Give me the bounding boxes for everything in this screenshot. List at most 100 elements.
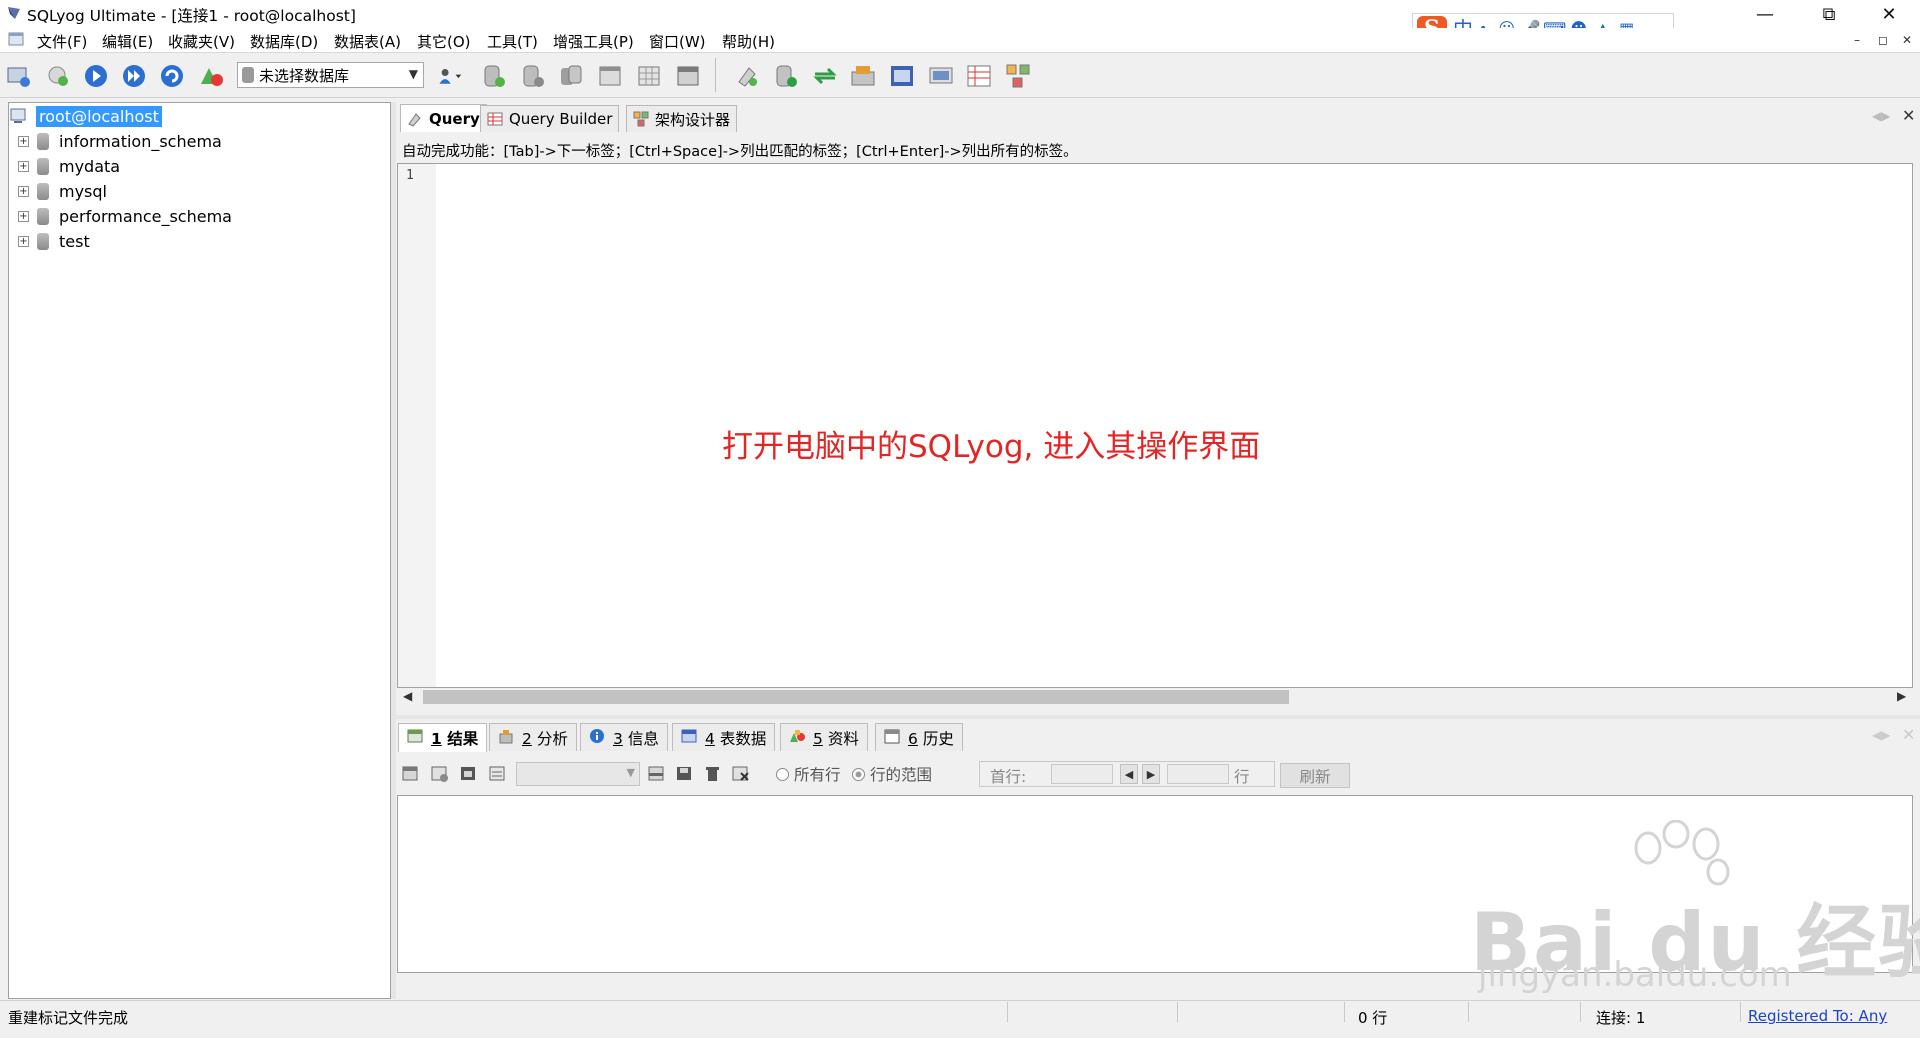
results-view-select[interactable]: ▼ bbox=[516, 762, 640, 786]
tab-query[interactable]: Query bbox=[400, 104, 487, 132]
mdi-document-icon[interactable] bbox=[8, 31, 26, 47]
menu-database[interactable]: 数据库(D) bbox=[250, 31, 318, 52]
close-button[interactable]: ✕ bbox=[1866, 0, 1912, 28]
backup-database-icon[interactable] bbox=[556, 61, 586, 91]
tree-item-test[interactable]: + test bbox=[10, 229, 90, 253]
mdi-minimize-button[interactable]: – bbox=[1848, 31, 1866, 49]
radio-label: 行的范围 bbox=[870, 766, 933, 784]
radio-circle-selected[interactable] bbox=[852, 767, 865, 781]
new-connection-alt-icon[interactable] bbox=[43, 61, 73, 91]
menu-others[interactable]: 其它(O) bbox=[417, 31, 471, 52]
status-separator bbox=[1740, 1002, 1741, 1022]
menu-favorites[interactable]: 收藏夹(V) bbox=[168, 31, 235, 52]
notification-icon[interactable] bbox=[926, 61, 956, 91]
tab-schema-designer[interactable]: 架构设计器 bbox=[626, 105, 738, 132]
delete-row-icon[interactable] bbox=[702, 764, 724, 784]
table-schema-icon[interactable] bbox=[673, 61, 703, 91]
status-row-count: 0 行 bbox=[1358, 1009, 1388, 1027]
tree-root-label[interactable]: root@localhost bbox=[36, 105, 162, 127]
alter-database-icon[interactable] bbox=[518, 61, 548, 91]
import-external-icon[interactable] bbox=[848, 61, 878, 91]
schema-sync-icon[interactable] bbox=[196, 61, 226, 91]
tree-item-information-schema[interactable]: + information_schema bbox=[10, 129, 222, 153]
next-page-icon[interactable]: ▶ bbox=[1142, 764, 1160, 784]
tree-item-mysql[interactable]: + mysql bbox=[10, 179, 107, 203]
copy-results-icon[interactable] bbox=[429, 764, 451, 784]
database-select[interactable]: 未选择数据库 ▼ bbox=[237, 62, 424, 88]
minimize-button[interactable]: — bbox=[1742, 0, 1788, 28]
tab-table-data[interactable]: 4 表数据 bbox=[672, 723, 776, 751]
save-changes-icon[interactable] bbox=[674, 764, 696, 784]
cancel-changes-icon[interactable] bbox=[730, 764, 752, 784]
expand-icon[interactable]: + bbox=[18, 135, 29, 147]
tab-number: 3 bbox=[613, 729, 623, 748]
expand-icon[interactable]: + bbox=[18, 185, 29, 197]
tree-item-label: mydata bbox=[59, 156, 121, 176]
radio-row-range[interactable]: 行的范围 bbox=[852, 763, 932, 785]
create-database-icon[interactable] bbox=[479, 61, 509, 91]
close-tab-icon[interactable]: ✕ bbox=[1902, 106, 1915, 125]
tab-number: 4 bbox=[705, 729, 715, 748]
execute-query-icon[interactable] bbox=[81, 61, 111, 91]
menu-table[interactable]: 数据表(A) bbox=[334, 31, 401, 52]
refresh-object-icon[interactable] bbox=[157, 61, 187, 91]
new-connection-icon[interactable] bbox=[4, 61, 34, 91]
sql-import-icon[interactable] bbox=[732, 61, 762, 91]
expand-icon[interactable]: + bbox=[18, 160, 29, 172]
database-green-icon[interactable] bbox=[771, 61, 801, 91]
tree-item-mydata[interactable]: + mydata bbox=[10, 154, 120, 178]
table-grid-icon[interactable] bbox=[634, 61, 664, 91]
query-profiler-icon[interactable] bbox=[964, 61, 994, 91]
expand-icon[interactable]: + bbox=[18, 210, 29, 222]
first-row-input[interactable] bbox=[1051, 764, 1113, 784]
menu-file[interactable]: 文件(F) bbox=[37, 31, 87, 52]
results-tab-scroll-icon[interactable]: ◀▶ bbox=[1872, 728, 1890, 742]
menu-help[interactable]: 帮助(H) bbox=[722, 31, 775, 52]
tab-scroll-arrows-icon[interactable]: ◀▶ bbox=[1872, 109, 1890, 123]
tab-history[interactable]: 6 历史 bbox=[875, 723, 963, 751]
tab-info[interactable]: 5 资料 bbox=[780, 723, 868, 751]
status-separator bbox=[1468, 1002, 1469, 1022]
radio-circle[interactable] bbox=[776, 767, 789, 781]
menu-tools[interactable]: 工具(T) bbox=[487, 31, 538, 52]
scroll-left-icon[interactable]: ◀ bbox=[403, 689, 412, 703]
tree-item-performance-schema[interactable]: + performance_schema bbox=[10, 204, 232, 228]
restore-button[interactable]: ⧉ bbox=[1806, 0, 1852, 28]
horizontal-splitter[interactable] bbox=[396, 715, 1920, 719]
results-close-icon[interactable]: ✕ bbox=[1902, 725, 1915, 744]
table-data-icon[interactable] bbox=[595, 61, 625, 91]
tab-label: 资料 bbox=[827, 729, 859, 748]
data-sync-icon[interactable] bbox=[810, 61, 840, 91]
refresh-button[interactable]: 刷新 bbox=[1280, 763, 1350, 788]
mdi-restore-button[interactable]: ◻ bbox=[1874, 31, 1892, 49]
registered-link[interactable]: Registered To: Any bbox=[1748, 1007, 1887, 1025]
mdi-close-button[interactable]: ✕ bbox=[1898, 31, 1916, 49]
user-manager-icon[interactable] bbox=[430, 61, 470, 91]
editor-horizontal-scrollbar[interactable]: ◀ ▶ bbox=[399, 688, 1913, 706]
menu-window[interactable]: 窗口(W) bbox=[649, 31, 706, 52]
tree-item-label: mysql bbox=[59, 181, 107, 201]
database-select-value: 未选择数据库 bbox=[259, 66, 350, 85]
tree-root-row[interactable]: root@localhost bbox=[10, 104, 162, 128]
scroll-right-icon[interactable]: ▶ bbox=[1897, 689, 1906, 703]
expand-icon[interactable]: + bbox=[18, 235, 29, 247]
rows-count-input[interactable] bbox=[1167, 764, 1229, 784]
text-mode-icon[interactable] bbox=[458, 764, 480, 784]
tab-profiler[interactable]: 2 分析 bbox=[489, 723, 577, 751]
menu-edit[interactable]: 编辑(E) bbox=[102, 31, 153, 52]
execute-all-icon[interactable] bbox=[119, 61, 149, 91]
vertical-splitter[interactable] bbox=[391, 102, 396, 999]
tab-query-builder[interactable]: Query Builder bbox=[480, 105, 620, 132]
insert-row-icon[interactable] bbox=[646, 764, 668, 784]
export-results-icon[interactable] bbox=[400, 764, 422, 784]
schema-designer-icon[interactable] bbox=[1003, 61, 1033, 91]
tab-results[interactable]: 1 结果 bbox=[398, 723, 488, 752]
previous-page-icon[interactable]: ◀ bbox=[1120, 764, 1138, 784]
form-view-icon[interactable] bbox=[487, 764, 509, 784]
tab-label: 结果 bbox=[447, 730, 479, 748]
radio-all-rows[interactable]: 所有行 bbox=[776, 763, 841, 785]
scheduled-backup-icon[interactable] bbox=[887, 61, 917, 91]
scrollbar-thumb[interactable] bbox=[423, 690, 1289, 704]
tab-messages[interactable]: 3 信息 bbox=[580, 723, 668, 751]
menu-powertools[interactable]: 增强工具(P) bbox=[553, 31, 634, 52]
